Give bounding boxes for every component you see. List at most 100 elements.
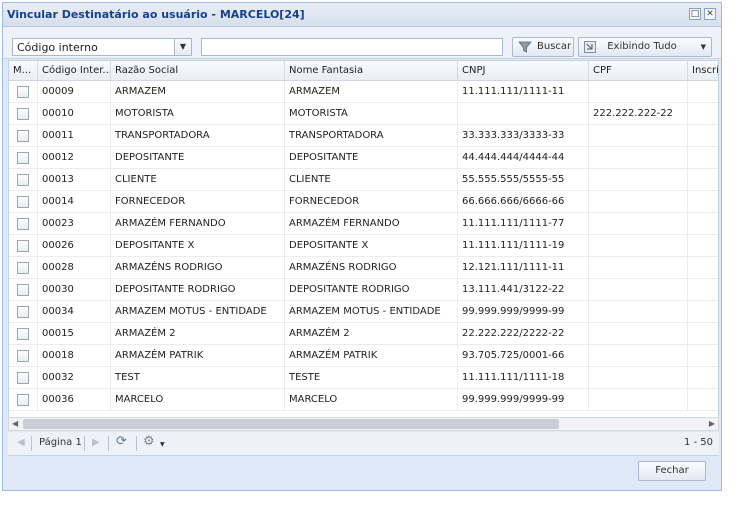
row-checkbox[interactable] xyxy=(17,262,29,274)
row-select[interactable] xyxy=(9,367,38,388)
row-checkbox[interactable] xyxy=(17,394,29,406)
table-row[interactable]: 00030 DEPOSITANTE RODRIGO DEPOSITANTE RODR… xyxy=(9,279,718,301)
table-row[interactable]: 00034 ARMAZEM MOTUS - ENTIDADE ARMAZEM MOT… xyxy=(9,301,718,323)
row-select[interactable] xyxy=(9,81,38,102)
row-select[interactable] xyxy=(9,301,38,322)
cell-codigo: 00012 xyxy=(38,147,111,168)
row-select[interactable] xyxy=(9,389,38,410)
close-icon[interactable]: ✕ xyxy=(704,8,716,20)
cell-cpf xyxy=(589,345,688,366)
recipients-grid: M... Código Inter... Razão Social Nome F… xyxy=(8,60,719,418)
cell-inscricao xyxy=(688,367,718,388)
cell-cnpj: 93.705.725/0001-66 xyxy=(458,345,589,366)
row-checkbox[interactable] xyxy=(17,130,29,142)
search-button-label: Buscar xyxy=(537,41,572,52)
cell-inscricao xyxy=(688,213,718,234)
table-row[interactable]: 00018 ARMAZÉM PATRIK ARMAZÉM PATRIK 93.705.… xyxy=(9,345,718,367)
row-checkbox[interactable] xyxy=(17,328,29,340)
cell-codigo: 00030 xyxy=(38,279,111,300)
table-row[interactable]: 00011 TRANSPORTADORA TRANSPORTADORA 33.333.… xyxy=(9,125,718,147)
paging-toolbar: ◀ Página 1 ▶ ⟳ ⚙ ▼ 1 - 50 xyxy=(8,432,719,456)
cell-codigo: 00010 xyxy=(38,103,111,124)
separator xyxy=(136,436,137,451)
cell-cnpj: 11.111.111/1111-11 xyxy=(458,81,589,102)
previous-page-icon[interactable]: ◀ xyxy=(17,437,25,448)
refresh-icon[interactable]: ⟳ xyxy=(116,434,127,449)
column-header-codigo[interactable]: Código Inter... xyxy=(38,61,111,80)
cell-fantasia: ARMAZEM xyxy=(285,81,458,102)
table-row[interactable]: 00032 TEST TESTE 11.111.111/1111-18 xyxy=(9,367,718,389)
column-header-razao[interactable]: Razão Social xyxy=(111,61,285,80)
row-checkbox[interactable] xyxy=(17,174,29,186)
cell-inscricao xyxy=(688,125,718,146)
row-select[interactable] xyxy=(9,147,38,168)
table-row[interactable]: 00014 FORNECEDOR FORNECEDOR 66.666.666/6666… xyxy=(9,191,718,213)
row-checkbox[interactable] xyxy=(17,240,29,252)
row-checkbox[interactable] xyxy=(17,108,29,120)
table-row[interactable]: 00028 ARMAZÉNS RODRIGO ARMAZÉNS RODRIGO 12.… xyxy=(9,257,718,279)
cell-cnpj: 12.121.111/1111-11 xyxy=(458,257,589,278)
separator xyxy=(108,436,109,451)
table-row[interactable]: 00010 MOTORISTA MOTORISTA 222.222.222-22 xyxy=(9,103,718,125)
cell-codigo: 00018 xyxy=(38,345,111,366)
search-button[interactable]: Buscar xyxy=(512,37,574,57)
table-row[interactable]: 00023 ARMAZÉM FERNANDO ARMAZÉM FERNANDO 11.… xyxy=(9,213,718,235)
restore-icon[interactable]: □ xyxy=(689,8,701,20)
column-header-cnpj[interactable]: CNPJ xyxy=(458,61,589,80)
scroll-left-icon[interactable]: ◀ xyxy=(12,418,18,430)
gear-icon[interactable]: ⚙ xyxy=(143,434,155,449)
record-range: 1 - 50 xyxy=(683,437,713,448)
row-select[interactable] xyxy=(9,323,38,344)
row-checkbox[interactable] xyxy=(17,284,29,296)
row-select[interactable] xyxy=(9,213,38,234)
table-row[interactable]: 00012 DEPOSITANTE DEPOSITANTE 44.444.444/44… xyxy=(9,147,718,169)
title-bar[interactable]: Vincular Destinatário ao usuário - MARCE… xyxy=(3,3,721,27)
table-row[interactable]: 00036 MARCELO MARCELO 99.999.999/9999-99 xyxy=(9,389,718,411)
row-select[interactable] xyxy=(9,191,38,212)
view-filter-label: Exibindo Tudo xyxy=(607,41,677,52)
table-row[interactable]: 00026 DEPOSITANTE X DEPOSITANTE X 11.111.11… xyxy=(9,235,718,257)
close-button[interactable]: Fechar xyxy=(638,461,706,481)
row-select[interactable] xyxy=(9,279,38,300)
row-checkbox[interactable] xyxy=(17,152,29,164)
cell-razao: ARMAZEM MOTUS - ENTIDADE xyxy=(111,301,285,322)
row-checkbox[interactable] xyxy=(17,196,29,208)
cell-razao: ARMAZÉM FERNANDO xyxy=(111,213,285,234)
scroll-right-icon[interactable]: ▶ xyxy=(709,418,715,430)
horizontal-scrollbar[interactable]: ◀ ▶ xyxy=(8,417,719,431)
column-header-fantasia[interactable]: Nome Fantasia xyxy=(285,61,458,80)
chevron-down-icon[interactable]: ▼ xyxy=(174,39,191,55)
cell-cpf xyxy=(589,169,688,190)
row-select[interactable] xyxy=(9,103,38,124)
cell-inscricao xyxy=(688,323,718,344)
cell-codigo: 00036 xyxy=(38,389,111,410)
table-row[interactable]: 00013 CLIENTE CLIENTE 55.555.555/5555-55 xyxy=(9,169,718,191)
cell-cnpj: 99.999.999/9999-99 xyxy=(458,301,589,322)
column-header-mark[interactable]: M... xyxy=(9,61,38,80)
row-select[interactable] xyxy=(9,169,38,190)
row-checkbox[interactable] xyxy=(17,306,29,318)
row-select[interactable] xyxy=(9,235,38,256)
next-page-icon[interactable]: ▶ xyxy=(92,437,100,448)
row-select[interactable] xyxy=(9,345,38,366)
row-checkbox[interactable] xyxy=(17,372,29,384)
row-select[interactable] xyxy=(9,257,38,278)
column-header-inscricao[interactable]: Inscri xyxy=(688,61,718,80)
cell-cnpj: 22.222.222/2222-22 xyxy=(458,323,589,344)
filter-field-select[interactable]: Código interno ▼ xyxy=(12,38,192,56)
table-row[interactable]: 00015 ARMAZÉM 2 ARMAZÉM 2 22.222.222/2222-2… xyxy=(9,323,718,345)
dropdown-arrow-icon: ▼ xyxy=(700,43,706,51)
cell-codigo: 00009 xyxy=(38,81,111,102)
table-row[interactable]: 00009 ARMAZEM ARMAZEM 11.111.111/1111-11 xyxy=(9,81,718,103)
column-header-cpf[interactable]: CPF xyxy=(589,61,688,80)
cell-cpf xyxy=(589,147,688,168)
scrollbar-thumb[interactable] xyxy=(23,419,559,429)
row-checkbox[interactable] xyxy=(17,86,29,98)
gear-dropdown-icon[interactable]: ▼ xyxy=(160,441,165,448)
row-checkbox[interactable] xyxy=(17,218,29,230)
search-input[interactable] xyxy=(201,38,503,56)
view-filter-button[interactable]: Exibindo Tudo ▼ xyxy=(578,37,712,57)
row-checkbox[interactable] xyxy=(17,350,29,362)
row-select[interactable] xyxy=(9,125,38,146)
grid-header: M... Código Inter... Razão Social Nome F… xyxy=(9,61,718,81)
